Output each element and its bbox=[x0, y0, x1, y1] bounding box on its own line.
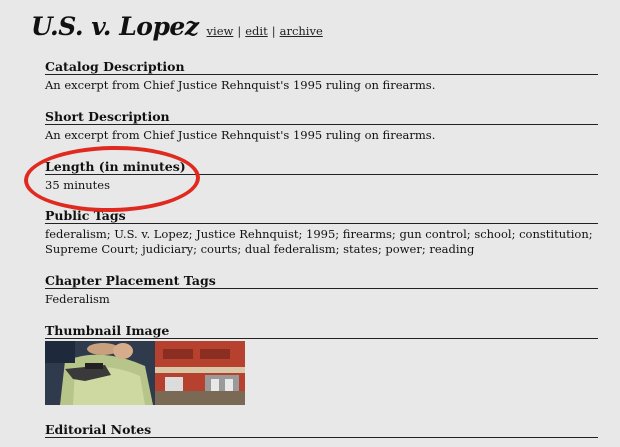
thumbnail-image-section: Thumbnail Image bbox=[45, 323, 598, 339]
section-heading: Chapter Placement Tags bbox=[45, 273, 598, 289]
section-body: An excerpt from Chief Justice Rehnquist'… bbox=[45, 78, 436, 92]
short-description-section: Short Description An excerpt from Chief … bbox=[45, 109, 598, 143]
chapter-placement-tags-section: Chapter Placement Tags Federalism bbox=[45, 273, 598, 307]
title-row: U.S. v. Lopez view | edit | archive bbox=[31, 12, 323, 41]
thumbnail-photo bbox=[45, 341, 245, 405]
page: U.S. v. Lopez view | edit | archive Catalog … bbox=[0, 0, 620, 447]
section-heading: Short Description bbox=[45, 109, 598, 125]
title-links: view | edit | archive bbox=[207, 24, 323, 38]
thumbnail-image[interactable] bbox=[45, 341, 245, 405]
public-tags-section: Public Tags federalism; U.S. v. Lopez; J… bbox=[45, 208, 598, 257]
section-heading: Length (in minutes) bbox=[45, 159, 598, 175]
section-body: An excerpt from Chief Justice Rehnquist'… bbox=[45, 128, 436, 142]
catalog-description-section: Catalog Description An excerpt from Chie… bbox=[45, 59, 598, 93]
link-separator: | bbox=[271, 24, 276, 38]
edit-link[interactable]: edit bbox=[245, 24, 267, 38]
section-heading: Public Tags bbox=[45, 208, 598, 224]
section-heading: Editorial Notes bbox=[45, 422, 598, 438]
editorial-notes-section: Editorial Notes bbox=[45, 422, 598, 438]
page-title: U.S. v. Lopez bbox=[31, 12, 199, 41]
section-body: Federalism bbox=[45, 292, 110, 306]
link-separator: | bbox=[237, 24, 242, 38]
section-body: 35 minutes bbox=[45, 178, 111, 192]
view-link[interactable]: view bbox=[207, 24, 234, 38]
archive-link[interactable]: archive bbox=[280, 24, 323, 38]
section-heading: Thumbnail Image bbox=[45, 323, 598, 339]
section-body: federalism; U.S. v. Lopez; Justice Rehnq… bbox=[45, 227, 593, 256]
section-heading: Catalog Description bbox=[45, 59, 598, 75]
length-section: Length (in minutes) 35 minutes bbox=[45, 159, 598, 193]
